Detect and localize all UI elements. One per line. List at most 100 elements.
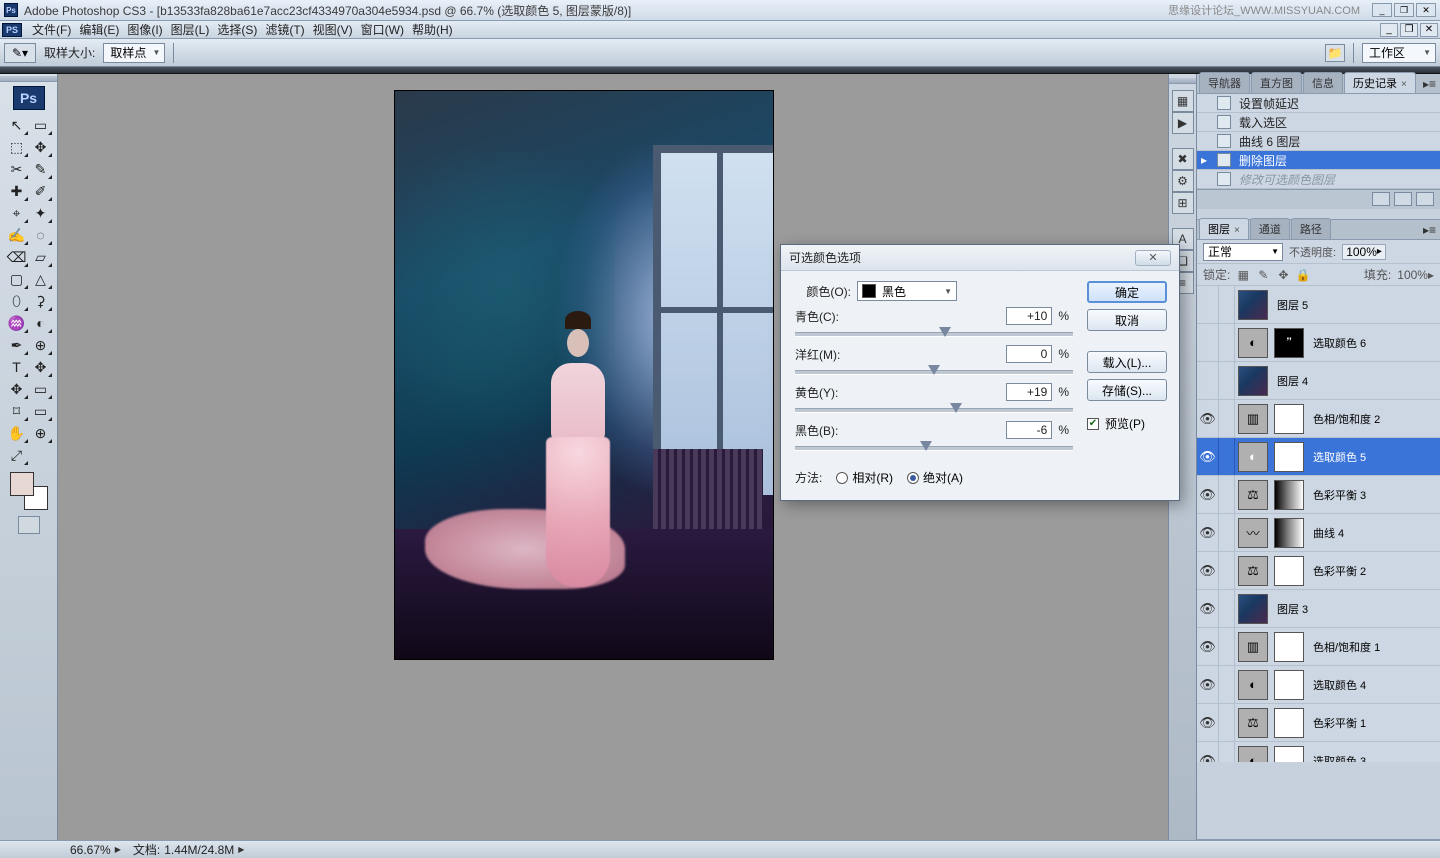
dialog-title-bar[interactable]: 可选颜色选项 ✕: [781, 245, 1179, 271]
layer-thumbnail[interactable]: [1274, 404, 1304, 434]
go-to-bridge-icon[interactable]: 📁: [1325, 44, 1345, 62]
quick-mask-toggle[interactable]: [18, 516, 40, 534]
window-maximize-button[interactable]: ❐: [1394, 3, 1414, 17]
menu-帮助(H)[interactable]: 帮助(H): [408, 20, 457, 39]
visibility-toggle[interactable]: 👁: [1197, 666, 1219, 703]
menu-编辑(E)[interactable]: 编辑(E): [75, 20, 123, 39]
menu-图层(L)[interactable]: 图层(L): [167, 20, 214, 39]
visibility-toggle[interactable]: [1197, 362, 1219, 399]
tool-6-1[interactable]: ▱: [29, 246, 53, 268]
tool-14-0[interactable]: ✋: [5, 422, 29, 444]
layer-row[interactable]: 👁◐选取颜色 4: [1197, 666, 1440, 704]
delete-state-icon[interactable]: [1416, 192, 1434, 206]
menu-选择(S)[interactable]: 选择(S): [213, 20, 261, 39]
layer-name[interactable]: 图层 5: [1277, 297, 1308, 313]
method-absolute-radio[interactable]: 绝对(A): [907, 469, 963, 486]
tool-6-0[interactable]: ⌫: [5, 246, 29, 268]
slider-thumb[interactable]: [939, 327, 951, 337]
layer-name[interactable]: 色相/饱和度 1: [1313, 639, 1380, 655]
document-canvas[interactable]: [394, 90, 774, 660]
tool-9-0[interactable]: ♒: [5, 312, 29, 334]
layers-tab-通道[interactable]: 通道: [1250, 218, 1290, 239]
panel-shortcut-1[interactable]: ▶: [1172, 112, 1194, 134]
tool-2-1[interactable]: ✎: [29, 158, 53, 180]
history-item[interactable]: ▸删除图层: [1197, 151, 1440, 170]
fill-input[interactable]: 100%▸: [1397, 268, 1434, 282]
visibility-toggle[interactable]: 👁: [1197, 438, 1219, 475]
tool-5-0[interactable]: ✍: [5, 224, 29, 246]
tool-5-1[interactable]: ◌: [29, 224, 53, 246]
tool-1-0[interactable]: ⬚: [5, 136, 29, 158]
tool-7-1[interactable]: △: [29, 268, 53, 290]
layer-thumbnail[interactable]: [1274, 746, 1304, 763]
lock-all-icon[interactable]: 🔒: [1296, 268, 1310, 282]
layer-thumbnail[interactable]: [1274, 556, 1304, 586]
history-item[interactable]: 设置帧延迟: [1197, 94, 1440, 113]
tool-0-1[interactable]: ▭: [29, 114, 53, 136]
tool-8-1[interactable]: ⚳: [29, 290, 53, 312]
menu-视图(V)[interactable]: 视图(V): [309, 20, 357, 39]
visibility-toggle[interactable]: 👁: [1197, 476, 1219, 513]
history-list[interactable]: 设置帧延迟载入选区曲线 6 图层▸删除图层修改可选颜色图层: [1197, 94, 1440, 189]
doc-size[interactable]: 文档:1.44M/24.8M▶: [133, 841, 245, 858]
tool-8-0[interactable]: ⬯: [5, 290, 29, 312]
tool-11-1[interactable]: ✥: [29, 356, 53, 378]
visibility-toggle[interactable]: 👁: [1197, 628, 1219, 665]
layer-thumbnail[interactable]: [1274, 670, 1304, 700]
history-tab-信息[interactable]: 信息: [1303, 72, 1343, 93]
visibility-toggle[interactable]: 👁: [1197, 552, 1219, 589]
slider-track[interactable]: [795, 403, 1073, 417]
layer-row[interactable]: 👁⚖色彩平衡 2: [1197, 552, 1440, 590]
toolbox-grip[interactable]: [0, 76, 57, 82]
layer-row[interactable]: ◐🙷选取颜色 6: [1197, 324, 1440, 362]
method-relative-radio[interactable]: 相对(R): [836, 469, 893, 486]
tool-4-0[interactable]: ⌖: [5, 202, 29, 224]
history-tab-直方图[interactable]: 直方图: [1251, 72, 1302, 93]
dialog-close-button[interactable]: ✕: [1135, 250, 1171, 266]
layer-row[interactable]: 👁◐选取颜色 5: [1197, 438, 1440, 476]
layer-thumbnail[interactable]: [1274, 632, 1304, 662]
lock-image-icon[interactable]: ✎: [1256, 268, 1270, 282]
layers-panel-menu[interactable]: ▸≡: [1419, 221, 1440, 239]
layer-row[interactable]: 👁⚖色彩平衡 1: [1197, 704, 1440, 742]
slider-track[interactable]: [795, 365, 1073, 379]
layer-name[interactable]: 图层 4: [1277, 373, 1308, 389]
cancel-button[interactable]: 取消: [1087, 309, 1167, 331]
create-document-from-state-icon[interactable]: [1372, 192, 1390, 206]
menu-窗口(W)[interactable]: 窗口(W): [357, 20, 408, 39]
tool-2-0[interactable]: ✂: [5, 158, 29, 180]
layer-name[interactable]: 选取颜色 6: [1313, 335, 1366, 351]
load-button[interactable]: 载入(L)...: [1087, 351, 1167, 373]
slider-track[interactable]: [795, 327, 1073, 341]
menu-图像(I)[interactable]: 图像(I): [123, 20, 166, 39]
layer-thumbnail[interactable]: [1238, 290, 1268, 320]
lock-position-icon[interactable]: ✥: [1276, 268, 1290, 282]
visibility-toggle[interactable]: [1197, 324, 1219, 361]
layer-thumbnail[interactable]: 〰: [1238, 518, 1268, 548]
layer-thumbnail[interactable]: ◐: [1238, 328, 1268, 358]
layers-tab-路径[interactable]: 路径: [1291, 218, 1331, 239]
foreground-color-swatch[interactable]: [10, 472, 34, 496]
layer-name[interactable]: 色相/饱和度 2: [1313, 411, 1380, 427]
layer-thumbnail[interactable]: [1274, 518, 1304, 548]
layer-row[interactable]: 👁〰曲线 4: [1197, 514, 1440, 552]
layer-name[interactable]: 选取颜色 3: [1313, 753, 1366, 763]
tool-3-1[interactable]: ✐: [29, 180, 53, 202]
layer-name[interactable]: 色彩平衡 3: [1313, 487, 1366, 503]
layer-thumbnail[interactable]: [1274, 480, 1304, 510]
layer-row[interactable]: 👁▥色相/饱和度 1: [1197, 628, 1440, 666]
tool-4-1[interactable]: ✦: [29, 202, 53, 224]
slider-value-input[interactable]: 0: [1006, 345, 1052, 363]
tool-0-0[interactable]: ↖: [5, 114, 29, 136]
workspace-combo[interactable]: 工作区: [1362, 43, 1436, 63]
layer-thumbnail[interactable]: [1274, 442, 1304, 472]
opacity-input[interactable]: 100%▸: [1342, 244, 1386, 260]
tool-13-1[interactable]: ▭: [29, 400, 53, 422]
tool-11-0[interactable]: T: [5, 356, 29, 378]
layer-row[interactable]: 👁图层 3: [1197, 590, 1440, 628]
preview-checkbox[interactable]: ✔预览(P): [1087, 415, 1167, 432]
slider-thumb[interactable]: [950, 403, 962, 413]
zoom-level[interactable]: 66.67%▶: [70, 843, 121, 857]
tool-12-0[interactable]: ✥: [5, 378, 29, 400]
history-item[interactable]: 载入选区: [1197, 113, 1440, 132]
